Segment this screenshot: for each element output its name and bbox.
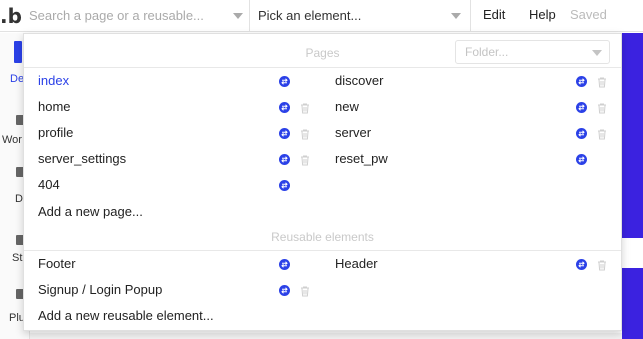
trash-icon[interactable] [300,154,310,166]
chevron-down-icon[interactable] [451,13,461,19]
convert-icon[interactable] [279,285,290,296]
edit-menu[interactable]: Edit [483,7,505,22]
reusable-section-header: Reusable elements [271,230,374,244]
list-item[interactable]: profile [38,123,328,143]
design-tab-icon[interactable] [14,41,22,63]
tab-design[interactable]: De [10,73,24,85]
list-item-name[interactable]: Signup / Login Popup [38,282,162,297]
divider [24,250,621,251]
element-selector-value[interactable]: Pick an element... [258,8,361,23]
page-canvas[interactable] [622,33,643,339]
tab-data[interactable]: D [15,193,23,205]
convert-icon[interactable] [576,76,587,87]
convert-icon[interactable] [576,128,587,139]
element-selector[interactable]: Pick an element... [250,0,471,32]
trash-icon[interactable] [597,259,607,271]
chevron-down-icon [592,50,602,56]
list-item-name[interactable]: discover [335,73,383,88]
add-page-link[interactable]: Add a new page... [38,204,143,219]
tab-workflow[interactable]: Wor [2,134,22,146]
trash-icon[interactable] [300,285,310,297]
list-item[interactable]: new [335,97,625,117]
list-item-name[interactable]: server_settings [38,151,126,166]
list-item-name[interactable]: reset_pw [335,151,388,166]
canvas-element[interactable] [622,238,643,268]
editor-topbar: .b Search a page or a reusable... Pick a… [0,0,643,32]
folder-select-value: Folder... [465,45,509,59]
convert-icon[interactable] [279,102,290,113]
list-item[interactable]: home [38,97,328,117]
list-item[interactable]: reset_pw [335,149,625,169]
list-item[interactable]: Header [335,254,625,274]
list-item-name[interactable]: profile [38,125,73,140]
page-selector[interactable]: Search a page or a reusable... [22,0,250,32]
convert-icon[interactable] [576,102,587,113]
trash-icon[interactable] [597,76,607,88]
divider [24,67,621,68]
list-item-name[interactable]: home [38,99,71,114]
list-item[interactable]: Footer [38,254,328,274]
folder-select[interactable]: Folder... [455,40,610,64]
convert-icon[interactable] [279,76,290,87]
list-item[interactable]: Signup / Login Popup [38,280,328,300]
convert-icon[interactable] [576,154,587,165]
help-menu[interactable]: Help [529,7,556,22]
list-item-name[interactable]: Header [335,256,378,271]
add-reusable-link[interactable]: Add a new reusable element... [38,308,214,323]
trash-icon[interactable] [597,128,607,140]
trash-icon[interactable] [300,128,310,140]
list-item[interactable]: index [38,71,328,91]
convert-icon[interactable] [279,180,290,191]
tab-styles[interactable]: St [12,252,22,264]
convert-icon[interactable] [279,154,290,165]
chevron-down-icon[interactable] [233,13,243,19]
list-item[interactable]: 404 [38,175,328,195]
app-logo[interactable]: .b [0,3,22,29]
list-item-name[interactable]: 404 [38,177,60,192]
list-item-name[interactable]: index [38,73,69,88]
list-item[interactable]: discover [335,71,625,91]
list-item[interactable]: server_settings [38,149,328,169]
convert-icon[interactable] [279,128,290,139]
page-dropdown: Pages Folder... index home profile server_s… [23,33,622,331]
list-item-name[interactable]: new [335,99,359,114]
saved-status: Saved [570,7,607,22]
list-item[interactable]: server [335,123,625,143]
trash-icon[interactable] [300,102,310,114]
list-item-name[interactable]: server [335,125,371,140]
trash-icon[interactable] [597,102,607,114]
convert-icon[interactable] [279,259,290,270]
canvas-footer-strip [30,333,622,339]
convert-icon[interactable] [576,259,587,270]
page-selector-input[interactable]: Search a page or a reusable... [29,8,204,23]
list-item-name[interactable]: Footer [38,256,76,271]
